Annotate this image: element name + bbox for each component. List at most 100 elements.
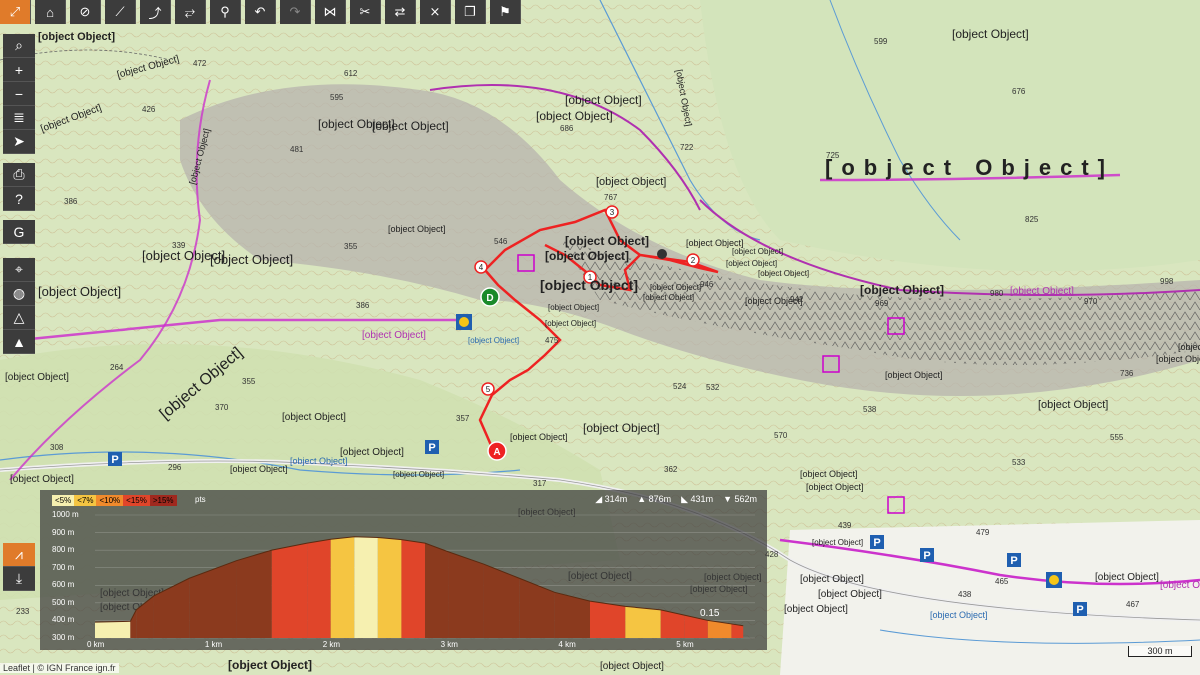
spot-height: 767 (604, 193, 618, 202)
spot-height: 465 (995, 577, 1009, 586)
svg-text:P: P (1076, 604, 1083, 616)
profile-segment (554, 592, 590, 638)
svg-text:4: 4 (479, 263, 484, 272)
spot-height: 546 (494, 237, 508, 246)
zoom-in-button[interactable]: + (3, 58, 35, 82)
zoom-out-icon: − (14, 85, 24, 102)
map-label: [object Object] (818, 589, 882, 600)
globe-button[interactable]: ◍ (3, 282, 35, 306)
parking-icon: P (870, 535, 884, 549)
side-controls-4: ⌖ ◍ △ ▲ (3, 258, 35, 354)
bike-button[interactable]: ⚲ (210, 0, 241, 24)
map-label: [object Object] (784, 604, 848, 615)
locate-button[interactable]: ➤ (3, 130, 35, 154)
spot-height: 355 (242, 377, 256, 386)
zoom-out-button[interactable]: − (3, 82, 35, 106)
undo-button[interactable]: ↶ (245, 0, 276, 24)
help-button[interactable]: ? (3, 187, 35, 211)
spot-height: 532 (706, 383, 720, 392)
profile-segment (330, 536, 355, 638)
svg-text:D: D (486, 293, 493, 304)
print-button[interactable]: ⎙ (3, 163, 35, 187)
crosshair-icon: ⌖ (15, 261, 23, 277)
spot-height: 339 (172, 241, 186, 250)
profile-position-marker (657, 249, 667, 259)
elevation-chart[interactable] (40, 490, 767, 650)
map-label: [object Object] (930, 610, 988, 620)
track-icon: ⥂ (184, 4, 196, 19)
waypoint-4[interactable]: 4 (474, 260, 488, 274)
map-label: [object Object] (732, 247, 783, 256)
waypoint-d[interactable]: D (480, 287, 500, 307)
elevation-profile-button[interactable]: ⩘ (3, 543, 35, 567)
profile-segment (307, 539, 331, 638)
map-label: [object Object] (536, 109, 613, 123)
profile-segment (95, 621, 131, 638)
map-label: [object Object] (643, 293, 694, 302)
hide-button[interactable]: ⊘ (70, 0, 101, 24)
attribution[interactable]: Leaflet | © IGN France ign.fr (0, 663, 119, 673)
home-button[interactable]: ⌂ (35, 0, 66, 24)
side-controls-2: ⎙? (3, 163, 35, 211)
map-label: [object Object] (372, 119, 449, 133)
spot-height: 308 (50, 443, 64, 452)
crosshair-button[interactable]: ⌖ (3, 258, 35, 282)
map-label: [object Object] (282, 412, 346, 423)
spot-height: 942 (790, 295, 804, 304)
fullscreen-button[interactable]: ⤢ (0, 0, 31, 24)
spot-height: 233 (16, 607, 30, 616)
no-snap-button[interactable]: ⨯ (420, 0, 451, 24)
shell-icon (456, 314, 472, 330)
map-label: [object Object] (545, 319, 596, 328)
search-button[interactable]: ⌕ (3, 34, 35, 58)
globe-icon: ◍ (12, 285, 26, 301)
draw-route-button[interactable]: ⤴ (140, 0, 171, 24)
reverse-icon: ⇄ (394, 4, 406, 19)
redo-button[interactable]: ↷ (280, 0, 311, 24)
track-button[interactable]: ⥂ (175, 0, 206, 24)
pin-button[interactable]: ⚑ (490, 0, 521, 24)
map-label: [object Object] (540, 277, 638, 293)
download-button[interactable]: ⤓ (3, 567, 35, 591)
spot-height: 370 (215, 403, 229, 412)
map-label: [object Object] (758, 269, 809, 278)
map-label: [object Object] (510, 432, 568, 442)
layers-icon: ≣ (13, 109, 25, 125)
profile-segment (590, 601, 626, 638)
profile-segment (625, 606, 661, 638)
profile-segment (425, 543, 449, 638)
map-label: [object Object] (38, 284, 121, 299)
profile-segment (731, 623, 744, 638)
download-icon: ⤓ (15, 570, 23, 586)
split-icon: ✂ (359, 4, 371, 19)
map-label: [object Object] (800, 469, 858, 479)
layers-button[interactable]: ≣ (3, 106, 35, 130)
profile-segment (271, 543, 308, 638)
map-label: [object Object] (362, 330, 426, 341)
merge-button[interactable]: ⋈ (315, 0, 346, 24)
spot-height: 357 (456, 414, 470, 423)
terrain-button[interactable]: △ (3, 306, 35, 330)
google-button[interactable]: G (3, 220, 35, 244)
profile-segment (130, 609, 137, 638)
parking-icon: P (1073, 602, 1087, 616)
waypoint-start-a[interactable]: A (487, 441, 507, 461)
scale-bar: 300 m (1128, 646, 1192, 657)
map-label: [object Object] (885, 370, 943, 380)
draw-line-button[interactable]: ⟋ (105, 0, 136, 24)
map-label: [object Object] (340, 447, 404, 458)
elevation-profile-panel[interactable]: <5% <7% <10% <15% >15% pts ◢ 314m ▲ 876m ◣ 431… (40, 490, 767, 650)
profile-segment (519, 578, 555, 638)
home-icon: ⌂ (46, 4, 54, 20)
spot-height: 970 (1084, 297, 1098, 306)
spot-height: 386 (64, 197, 78, 206)
map-label: [object Object] (650, 283, 701, 292)
split-button[interactable]: ✂ (350, 0, 381, 24)
copy-button[interactable]: ❐ (455, 0, 486, 24)
waypoint-3[interactable]: 3 (605, 205, 619, 219)
mountain-button[interactable]: ▲ (3, 330, 35, 354)
waypoint-5[interactable]: 5 (481, 382, 495, 396)
waypoint-2[interactable]: 2 (686, 253, 700, 267)
reverse-button[interactable]: ⇄ (385, 0, 416, 24)
spot-height: 570 (774, 431, 788, 440)
